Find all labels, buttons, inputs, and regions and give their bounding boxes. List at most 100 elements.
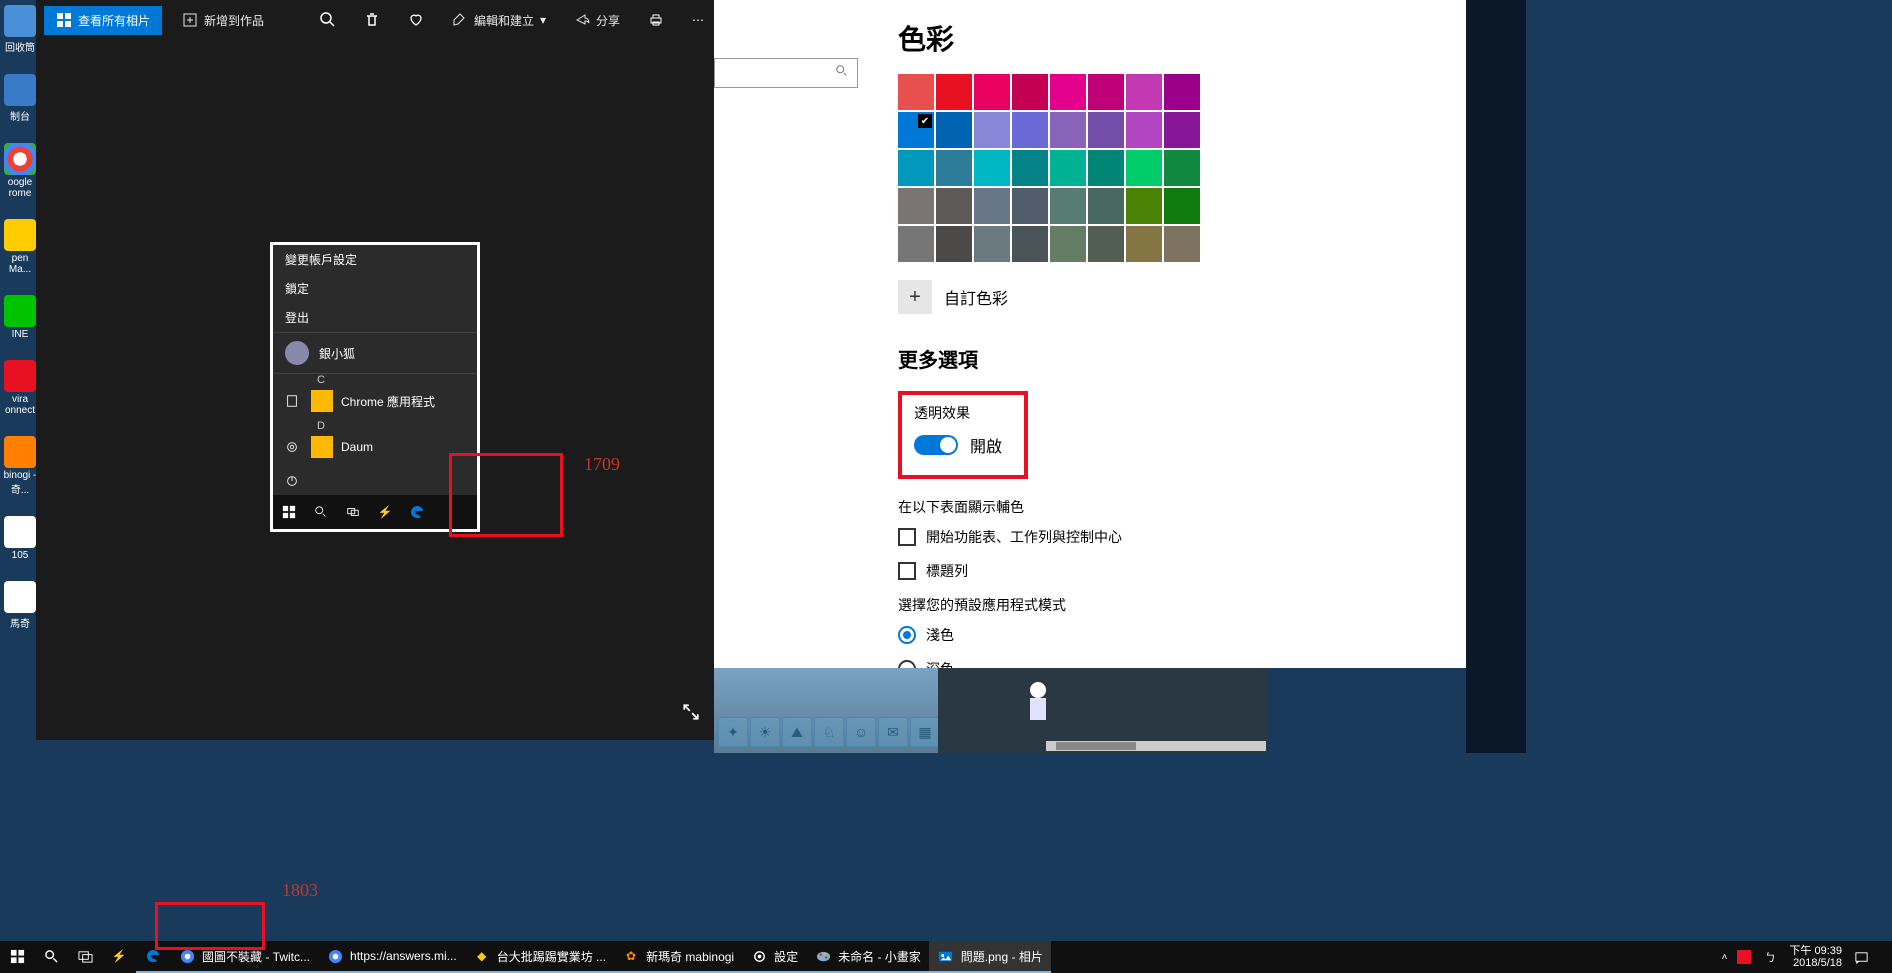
color-swatch[interactable] — [1050, 150, 1086, 186]
desktop-icon-avira[interactable]: vira onnect — [0, 360, 40, 416]
desktop-icon-line[interactable]: INE — [0, 295, 40, 340]
color-swatch[interactable] — [898, 226, 934, 262]
more-options-heading: 更多選項 — [898, 344, 1442, 373]
transparency-toggle[interactable] — [914, 435, 958, 455]
color-swatch[interactable] — [936, 226, 972, 262]
game-tool-icon[interactable]: ▦ — [910, 717, 940, 747]
transparency-highlight-box: 透明效果 開啟 — [898, 391, 1028, 479]
taskbar-item-label: 設定 — [774, 948, 798, 965]
color-swatch[interactable] — [1126, 188, 1162, 224]
game-tool-icon[interactable]: ♘ — [814, 717, 844, 747]
color-swatch[interactable] — [974, 112, 1010, 148]
color-swatch[interactable] — [1012, 74, 1048, 110]
color-swatch[interactable] — [1050, 226, 1086, 262]
color-swatch[interactable] — [1164, 188, 1200, 224]
photos-tab-add[interactable]: 新增到作品 — [182, 12, 264, 29]
taskbar-paint[interactable]: 未命名 - 小畫家 — [806, 941, 929, 973]
color-swatch[interactable] — [936, 150, 972, 186]
color-swatch[interactable] — [1088, 188, 1124, 224]
photos-share-button[interactable]: 分享 — [574, 12, 620, 29]
color-swatch[interactable] — [1126, 112, 1162, 148]
color-swatch[interactable] — [898, 150, 934, 186]
photos-edit-button[interactable]: 編輯和建立 ▾ — [452, 12, 546, 29]
color-swatch[interactable] — [1164, 226, 1200, 262]
color-swatch[interactable] — [1088, 74, 1124, 110]
desktop-icon-chrome[interactable]: oogle rome — [0, 143, 40, 199]
expand-icon[interactable] — [682, 703, 700, 726]
desktop-icon-mabinogi[interactable]: binogi - 奇... — [0, 436, 40, 496]
color-swatch[interactable] — [1012, 112, 1048, 148]
startmenu-app-chrome-label: Chrome 應用程式 — [341, 393, 435, 410]
taskbar-date: 2018/5/18 — [1789, 957, 1842, 969]
print-icon[interactable] — [648, 12, 664, 28]
taskbar-edge[interactable] — [136, 941, 170, 973]
game-tool-icon[interactable]: ☺ — [846, 717, 876, 747]
taskbar-winamp[interactable]: ⚡ — [102, 941, 136, 973]
game-tool-icon[interactable]: ✦ — [718, 717, 748, 747]
color-swatch[interactable] — [1126, 226, 1162, 262]
startmenu-app-daum-label: Daum — [341, 440, 373, 454]
color-swatch[interactable] — [1012, 150, 1048, 186]
chrome-icon — [326, 947, 344, 965]
color-swatch[interactable] — [936, 112, 972, 148]
color-swatch[interactable] — [974, 226, 1010, 262]
zoom-icon[interactable] — [320, 12, 336, 28]
radio-light[interactable]: 淺色 — [898, 625, 1442, 645]
taskbar-chrome-1[interactable]: 國圖不裝藏 - Twitc... — [170, 941, 318, 973]
startmenu-user-row: 銀小狐 — [273, 332, 477, 373]
checkbox-titlebar[interactable]: 標題列 — [898, 561, 1442, 581]
color-swatch[interactable] — [1126, 150, 1162, 186]
taskbar-photos[interactable]: 問題.png - 相片 — [929, 941, 1051, 973]
color-swatch[interactable] — [1050, 188, 1086, 224]
desktop-icon-doc105[interactable]: 105 — [0, 516, 40, 561]
taskbar-taskview[interactable] — [68, 941, 102, 973]
color-swatch[interactable] — [898, 74, 934, 110]
tray-chevron-icon[interactable]: ˄ — [1722, 952, 1728, 963]
color-swatch[interactable] — [936, 74, 972, 110]
desktop-icon-recycle[interactable]: 回收筒 — [0, 5, 40, 54]
color-swatch[interactable] — [1164, 112, 1200, 148]
color-swatch[interactable] — [1088, 112, 1124, 148]
taskbar-ptt[interactable]: ◆ 台大批踢踢實業坊 ... — [465, 941, 614, 973]
checkbox-start-taskbar[interactable]: 開始功能表、工作列與控制中心 — [898, 527, 1442, 547]
custom-color-button[interactable]: + — [898, 280, 932, 314]
ime-icon[interactable]: ㄅ — [1761, 948, 1779, 966]
desktop-icon-openma[interactable]: pen Ma... — [0, 219, 40, 275]
more-icon[interactable]: ⋯ — [692, 13, 706, 27]
game-tool-icon[interactable]: ✉ — [878, 717, 908, 747]
photos-tab-view-all[interactable]: 查看所有相片 — [44, 6, 162, 35]
start-button[interactable] — [0, 941, 34, 973]
color-swatch[interactable] — [1164, 74, 1200, 110]
chrome-icon — [178, 947, 196, 965]
avira-tray-icon[interactable] — [1737, 950, 1751, 964]
color-swatch[interactable] — [1088, 150, 1124, 186]
taskbar-chrome-2[interactable]: https://answers.mi... — [318, 941, 465, 973]
taskbar-clock[interactable]: 下午 09:39 2018/5/18 — [1789, 945, 1842, 969]
color-swatch[interactable] — [1050, 112, 1086, 148]
game-tool-icon[interactable]: ⛰ — [782, 717, 812, 747]
color-swatch[interactable] — [1126, 74, 1162, 110]
taskbar-search[interactable] — [34, 941, 68, 973]
color-swatch[interactable] — [974, 74, 1010, 110]
desktop-icon-control[interactable]: 制台 — [0, 74, 40, 123]
color-swatch[interactable] — [1012, 226, 1048, 262]
color-swatch[interactable] — [1012, 188, 1048, 224]
favorite-icon[interactable] — [408, 12, 424, 28]
color-swatch[interactable] — [898, 112, 934, 148]
color-swatch[interactable] — [1050, 74, 1086, 110]
taskbar-settings[interactable]: 設定 — [742, 941, 806, 973]
color-swatch[interactable] — [974, 150, 1010, 186]
taskbar-mabinogi[interactable]: ✿ 新瑪奇 mabinogi — [614, 941, 742, 973]
app-mode-label: 選擇您的預設應用程式模式 — [898, 595, 1442, 615]
color-swatch[interactable] — [1088, 226, 1124, 262]
desktop-icon-shortcut2[interactable]: 馬奇 — [0, 581, 40, 630]
color-swatch[interactable] — [936, 188, 972, 224]
settings-search-box[interactable] — [714, 58, 858, 88]
game-tool-icon[interactable]: ☀ — [750, 717, 780, 747]
notification-icon[interactable] — [1852, 948, 1870, 966]
delete-icon[interactable] — [364, 12, 380, 28]
game-scrollbar[interactable] — [1046, 741, 1266, 751]
color-swatch[interactable] — [1164, 150, 1200, 186]
color-swatch[interactable] — [898, 188, 934, 224]
color-swatch[interactable] — [974, 188, 1010, 224]
